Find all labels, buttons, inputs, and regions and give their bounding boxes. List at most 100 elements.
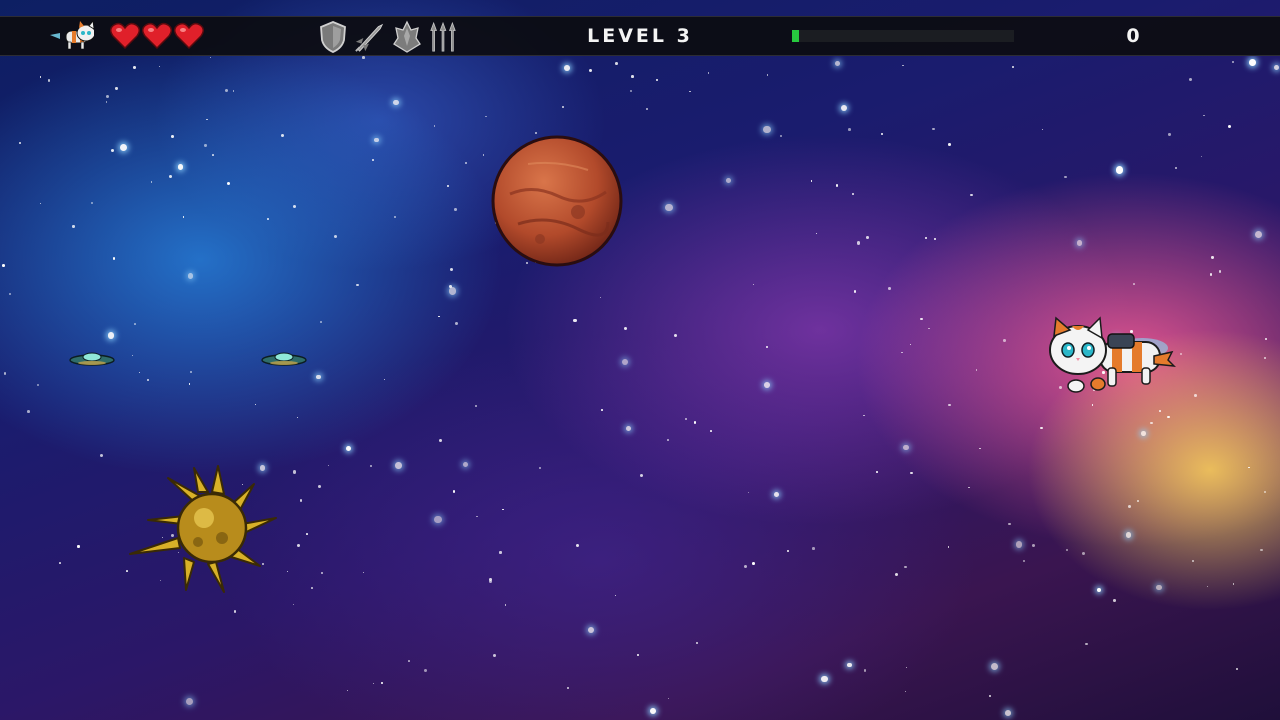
star: [1232, 61, 1235, 64]
star: [233, 610, 237, 613]
star: [59, 562, 61, 564]
star: [316, 374, 321, 380]
star: [1041, 129, 1044, 131]
star: [227, 182, 231, 186]
star: [812, 547, 815, 550]
star: [665, 203, 673, 211]
star: [372, 683, 374, 685]
star: [267, 218, 269, 221]
star: [393, 99, 399, 106]
star: [932, 127, 935, 131]
star: [3, 372, 7, 375]
star: [975, 369, 978, 371]
spiked-space-mine-enemy: [129, 465, 277, 593]
star: [210, 56, 212, 58]
star: [589, 69, 593, 73]
star: [434, 515, 442, 524]
star: [1125, 532, 1132, 538]
star: [499, 551, 502, 554]
star: [835, 184, 839, 187]
star: [47, 79, 51, 82]
star: [131, 355, 133, 357]
star: [306, 532, 309, 535]
star: [1167, 415, 1170, 419]
alien-saucer-enemy: [261, 352, 307, 366]
star: [333, 235, 337, 239]
star: [566, 686, 569, 689]
star: [233, 90, 235, 92]
star: [1255, 230, 1263, 238]
heart-life-icon: [174, 22, 204, 50]
star: [614, 594, 617, 597]
star: [1136, 499, 1140, 503]
star: [743, 564, 747, 568]
star: [920, 317, 923, 321]
star: [903, 444, 909, 450]
star: [1064, 175, 1067, 179]
star: [857, 241, 861, 245]
star: [689, 90, 691, 93]
star: [815, 232, 817, 234]
star: [2, 264, 6, 268]
star: [1032, 544, 1036, 548]
level-progress-fill: [792, 30, 799, 42]
star: [927, 327, 930, 330]
star: [293, 205, 297, 209]
star: [821, 675, 828, 683]
star: [77, 545, 80, 548]
star: [448, 284, 452, 288]
star: [876, 470, 879, 473]
star: [139, 371, 141, 373]
star: [710, 430, 712, 433]
star: [1232, 583, 1235, 585]
red-planet: [491, 135, 623, 267]
star: [424, 669, 428, 673]
star: [372, 158, 375, 161]
armor-icon: [393, 20, 421, 53]
star: [299, 499, 303, 502]
star: [1140, 431, 1146, 436]
star: [182, 216, 185, 218]
star: [107, 332, 115, 339]
star: [1200, 155, 1203, 157]
star: [1211, 256, 1214, 259]
star: [910, 471, 913, 475]
star: [753, 283, 755, 285]
star: [1156, 584, 1163, 591]
star: [8, 293, 11, 296]
star: [320, 571, 324, 574]
star: [362, 571, 365, 573]
star: [158, 66, 160, 68]
star: [106, 94, 110, 98]
star: [171, 134, 174, 138]
star: [1207, 585, 1209, 587]
star: [100, 453, 104, 458]
star: [636, 654, 639, 657]
star: [1159, 410, 1161, 412]
star: [356, 283, 359, 287]
score-counter: 0: [1126, 25, 1140, 47]
heart-life-icon: [110, 22, 140, 50]
star: [476, 515, 479, 518]
star: [1039, 426, 1043, 430]
star: [189, 370, 193, 373]
star: [601, 409, 603, 411]
star: [947, 546, 949, 548]
star: [482, 154, 485, 156]
star: [381, 682, 383, 684]
star: [766, 74, 768, 76]
star: [948, 143, 951, 146]
star: [40, 203, 42, 205]
star: [18, 141, 21, 144]
shield-icon: [320, 21, 346, 53]
star: [319, 321, 322, 324]
star: [1008, 523, 1011, 526]
star: [369, 464, 372, 467]
star: [1097, 588, 1102, 593]
star: [133, 66, 136, 70]
star: [115, 87, 118, 90]
star: [1265, 337, 1268, 341]
star: [631, 75, 634, 78]
star: [168, 175, 172, 179]
star: [621, 358, 629, 366]
